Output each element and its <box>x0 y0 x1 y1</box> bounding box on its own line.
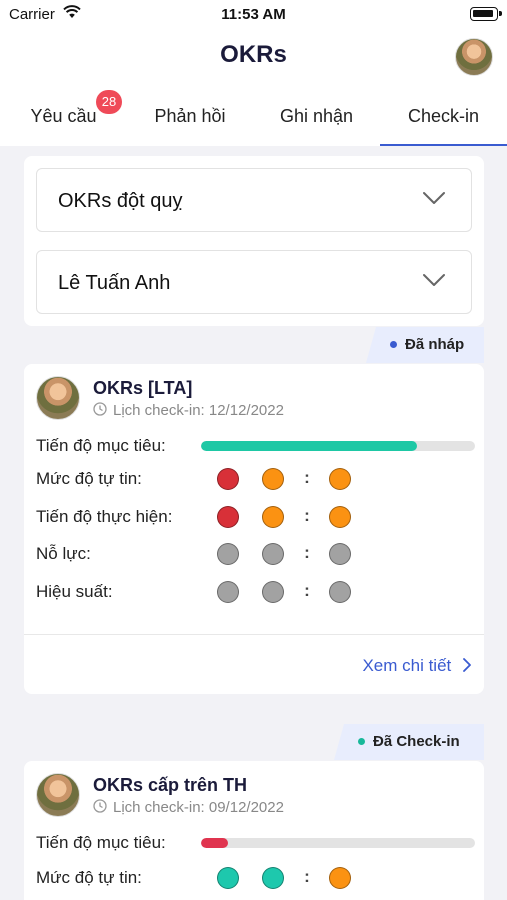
effort-label: Nỗ lực: <box>36 544 91 563</box>
clock-icon <box>93 799 107 813</box>
confidence-label: Mức độ tự tin: <box>36 868 142 887</box>
status-tag-draft: Đã nháp <box>366 327 484 363</box>
battery-icon <box>470 7 502 21</box>
okr-card[interactable]: OKRs cấp trên TH Lịch check-in: 09/12/20… <box>24 761 484 900</box>
person-select-value: Lê Tuấn Anh <box>58 272 171 294</box>
goal-progress-bar <box>201 838 475 848</box>
card-divider <box>24 634 484 635</box>
nav-bar: OKRs <box>0 28 507 88</box>
tab-requests-label: Yêu cầu <box>30 106 97 126</box>
dot-separator: : <box>304 581 310 600</box>
okr-select[interactable]: OKRs đột quỵ <box>36 168 472 232</box>
checkin-schedule-text: Lịch check-in: 09/12/2022 <box>113 799 284 816</box>
checkin-schedule-text: Lịch check-in: 12/12/2022 <box>113 402 284 419</box>
clock-icon <box>93 402 107 416</box>
view-detail-link[interactable]: Xem chi tiết <box>362 656 472 676</box>
goal-progress-fill <box>201 441 418 451</box>
tab-feedback[interactable]: Phản hồi <box>127 88 253 146</box>
goal-progress-label: Tiến độ mục tiêu: <box>36 436 166 455</box>
confidence-dot-2 <box>262 468 284 490</box>
status-dot <box>358 737 365 745</box>
requests-count-badge: 28 <box>96 90 122 114</box>
dot-separator: : <box>304 468 310 487</box>
confidence-dot-3 <box>329 867 351 889</box>
okr-select-value: OKRs đột quỵ <box>58 190 183 212</box>
avatar <box>36 773 80 817</box>
avatar <box>36 376 80 420</box>
view-detail-label: Xem chi tiết <box>362 656 452 675</box>
okr-card-title: OKRs cấp trên TH <box>93 775 248 795</box>
effort-dot-1 <box>217 543 239 565</box>
tab-check-in[interactable]: Check-in <box>380 88 507 146</box>
user-avatar[interactable] <box>455 38 493 76</box>
active-tab-indicator <box>380 144 507 146</box>
chevron-down-icon <box>423 274 445 286</box>
status-tag-label: Đã nháp <box>405 336 465 353</box>
checkin-schedule: Lịch check-in: 12/12/2022 <box>93 402 284 419</box>
status-tag-label: Đã Check-in <box>373 733 460 750</box>
person-select[interactable]: Lê Tuấn Anh <box>36 250 472 314</box>
chevron-right-icon <box>463 657 471 672</box>
confidence-dot-1 <box>217 867 239 889</box>
checkin-schedule: Lịch check-in: 09/12/2022 <box>93 799 284 816</box>
confidence-dot-2 <box>262 867 284 889</box>
execution-dot-1 <box>217 506 239 528</box>
execution-progress-label: Tiến độ thực hiện: <box>36 507 173 526</box>
confidence-dot-1 <box>217 468 239 490</box>
clock-time: 11:53 AM <box>221 6 286 23</box>
tab-check-in-label: Check-in <box>407 106 480 126</box>
performance-dot-3 <box>329 581 351 603</box>
tab-bar: Yêu cầu Phản hồi Ghi nhận Check-in <box>0 88 507 146</box>
dot-separator: : <box>304 543 310 562</box>
execution-dot-2 <box>262 506 284 528</box>
status-bar: Carrier 11:53 AM <box>0 0 507 28</box>
chevron-down-icon <box>423 192 445 204</box>
dot-separator: : <box>304 506 310 525</box>
performance-label: Hiệu suất: <box>36 582 113 601</box>
goal-progress-fill <box>201 838 229 848</box>
effort-dot-3 <box>329 543 351 565</box>
confidence-label: Mức độ tự tin: <box>36 469 142 488</box>
execution-dot-3 <box>329 506 351 528</box>
performance-dot-2 <box>262 581 284 603</box>
dot-separator: : <box>304 867 310 886</box>
okr-card-title: OKRs [LTA] <box>93 378 193 398</box>
status-tag-checked-in: Đã Check-in <box>334 724 484 760</box>
okr-card[interactable]: OKRs [LTA] Lịch check-in: 12/12/2022 Tiế… <box>24 364 484 694</box>
goal-progress-bar <box>201 441 475 451</box>
performance-dot-1 <box>217 581 239 603</box>
tab-feedback-label: Phản hồi <box>154 106 226 126</box>
tab-recognition-label: Ghi nhận <box>279 106 354 126</box>
goal-progress-label: Tiến độ mục tiêu: <box>36 833 166 852</box>
tab-recognition[interactable]: Ghi nhận <box>253 88 380 146</box>
effort-dot-2 <box>262 543 284 565</box>
page-title: OKRs <box>220 41 287 68</box>
status-dot <box>390 340 397 348</box>
confidence-dot-3 <box>329 468 351 490</box>
